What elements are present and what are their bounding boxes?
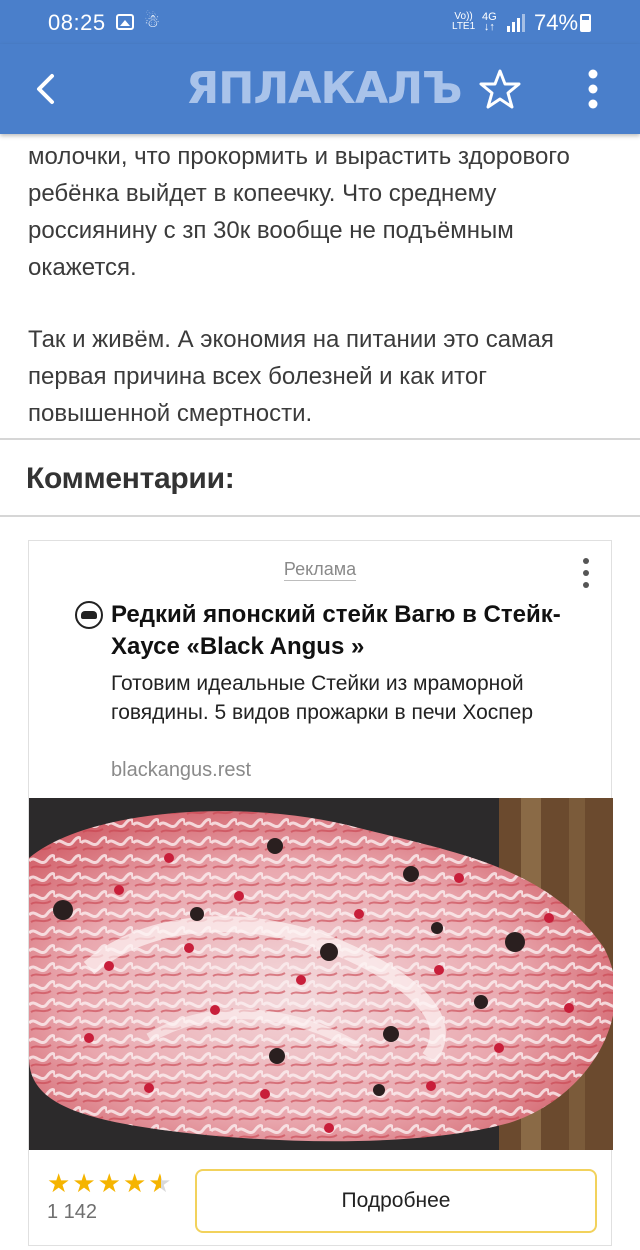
comments-heading: Комментарии:: [26, 462, 235, 495]
star-outline-icon: [479, 69, 521, 109]
more-vertical-icon: [588, 69, 598, 109]
rating-stars: ★ ★ ★ ★ ★: [47, 1169, 172, 1197]
star-icon: ★: [72, 1168, 96, 1198]
details-button[interactable]: Подробнее: [195, 1169, 597, 1233]
battery-icon: [580, 14, 591, 32]
post-paragraph: Так и живём. А экономия на питании это с…: [28, 326, 554, 427]
battery-percent: 74%: [534, 10, 579, 35]
star-icon: ★: [47, 1168, 71, 1198]
favorite-button[interactable]: [476, 65, 524, 113]
ad-title[interactable]: Редкий японский стейк Вагю в Стейк-Хаусе…: [111, 599, 571, 663]
star-icon: ★: [122, 1168, 147, 1198]
ad-description: Готовим идеальные Стейки из мраморной го…: [111, 672, 534, 724]
notification-icon: ☃: [144, 11, 161, 31]
rating-count: 1 142: [47, 1201, 98, 1223]
star-icon: ★: [97, 1168, 121, 1198]
ad-card[interactable]: Реклама Редкий японский стейк Вагю в Сте…: [28, 540, 613, 1246]
ad-options-button[interactable]: [575, 555, 597, 591]
signal-icon: [507, 14, 525, 32]
back-button[interactable]: [22, 64, 72, 114]
divider: [0, 438, 640, 440]
ad-image[interactable]: [29, 798, 613, 1150]
post-body: молочки, что прокормить и вырастить здор…: [28, 138, 618, 432]
more-vertical-icon: [583, 558, 589, 588]
volte-indicator: Vo)) LTE1: [452, 11, 476, 32]
ad-label: Реклама: [283, 559, 357, 581]
steak-image: [29, 798, 613, 1150]
status-time: 08:25: [48, 10, 106, 35]
post-paragraph: молочки, что прокормить и вырастить здор…: [28, 143, 570, 281]
chevron-left-icon: [37, 74, 54, 104]
ad-domain[interactable]: blackangus.rest: [111, 759, 251, 782]
status-bar: 08:25 ☃ Vo)) LTE1 4G ↓↑ 74%: [0, 0, 640, 44]
app-logo[interactable]: ЯПЛАКАЛЪ: [186, 64, 463, 114]
overflow-menu-button[interactable]: [570, 64, 616, 114]
divider: [0, 515, 640, 517]
advertiser-logo-icon: [75, 601, 103, 629]
star-half-icon: ★: [148, 1168, 172, 1198]
app-bar: ЯПЛАКАЛЪ: [0, 44, 640, 134]
network-type: 4G ↓↑: [482, 11, 497, 33]
gallery-icon: [116, 14, 134, 30]
